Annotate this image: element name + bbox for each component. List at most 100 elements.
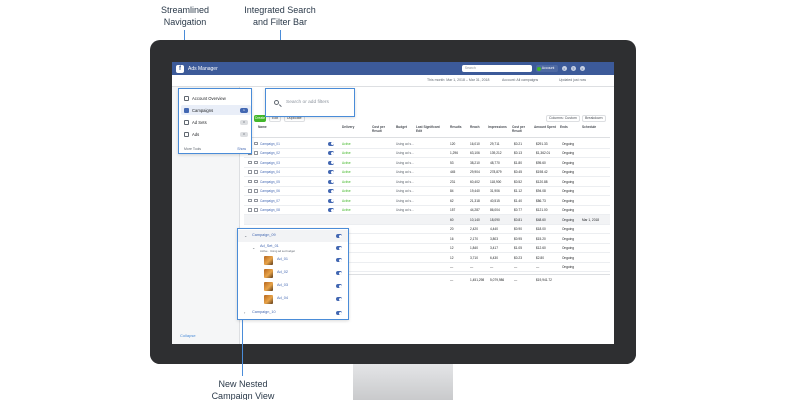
header-reach[interactable]: Reach <box>470 125 480 129</box>
ad-toggle[interactable] <box>336 258 342 262</box>
nav-item-campaigns[interactable]: Campaigns 1 <box>181 105 251 115</box>
nested-ad-row[interactable]: Ad_04 <box>238 293 348 305</box>
help-icon[interactable]: ? <box>570 66 576 71</box>
reach-cell: 2,420 <box>470 227 478 231</box>
columns-dropdown[interactable]: Columns: Custom <box>546 115 580 122</box>
campaign-toggle[interactable] <box>328 141 334 146</box>
nested-ad-row[interactable]: Ad_01 <box>238 254 348 266</box>
chevron-down-icon[interactable]: ⌄ <box>252 245 255 250</box>
next-campaign-name[interactable]: Campaign_10 <box>252 310 276 314</box>
notification-icon[interactable]: • <box>561 66 567 71</box>
show-more-tools-link[interactable]: Show <box>237 147 246 151</box>
nav-item-account-overview[interactable]: Account Overview <box>181 93 251 103</box>
header-cost-per-result[interactable]: Cost per Result <box>512 125 530 133</box>
account-switcher[interactable]: Account <box>535 65 558 72</box>
settings-icon[interactable]: • <box>579 66 585 71</box>
row-checkbox[interactable] <box>248 160 252 164</box>
campaign-toggle[interactable] <box>328 151 334 155</box>
table-row[interactable]: Campaign_06 Active Using ad s... 84 19,440 31… <box>244 187 610 196</box>
header-amount-spent[interactable]: Amount Spent <box>534 125 556 129</box>
nav-item-ads[interactable]: Ads 0 <box>181 129 251 139</box>
row-checkbox[interactable] <box>248 189 252 193</box>
ad-toggle[interactable] <box>336 271 342 275</box>
impressions-cell: 4,440 <box>490 227 498 231</box>
nested-ad-name[interactable]: Ad_03 <box>277 283 288 287</box>
facebook-logo-icon[interactable]: f <box>176 64 184 73</box>
callout-navigation: Streamlined Navigation <box>150 4 220 28</box>
impressions-cell: 3,417 <box>490 246 498 250</box>
row-checkbox[interactable] <box>248 170 252 174</box>
nested-campaign-name[interactable]: Campaign_09 <box>252 233 276 237</box>
table-row[interactable]: Campaign_01 Active Using ad s... 120 16,010 2… <box>244 139 610 149</box>
campaign-toggle[interactable] <box>328 160 334 165</box>
nested-campaign-row[interactable]: ⌄ Campaign_09 <box>238 230 348 242</box>
nested-ad-name[interactable]: Ad_02 <box>277 270 288 274</box>
row-checkbox[interactable] <box>248 198 252 202</box>
header-name[interactable]: Name <box>258 125 267 129</box>
header-budget[interactable]: Budget <box>396 125 407 129</box>
folder-icon <box>254 170 258 174</box>
campaign-toggle[interactable] <box>328 189 334 193</box>
table-row[interactable]: Campaign_03 Active Using ad s... 53 38,210 48… <box>244 158 610 168</box>
adset-toggle[interactable] <box>336 246 342 250</box>
overview-icon <box>184 95 189 101</box>
date-range-picker[interactable]: This month: Mar 1, 2018 – Mar 31, 2018 <box>427 78 489 82</box>
campaign-toggle[interactable] <box>328 170 334 174</box>
row-checkbox[interactable] <box>248 179 252 183</box>
results-cell: 16 <box>450 236 454 241</box>
nested-ad-row[interactable]: Ad_02 <box>238 267 348 279</box>
row-checkbox[interactable] <box>248 208 252 212</box>
folder-icon <box>254 198 258 202</box>
chevron-right-icon[interactable]: › <box>244 310 245 315</box>
ends-cell: Ongoing <box>562 198 575 203</box>
ad-toggle[interactable] <box>336 284 342 288</box>
header-impressions[interactable]: Impressions <box>488 125 507 129</box>
campaign-toggle[interactable] <box>336 311 342 315</box>
campaign-name[interactable]: Campaign_02 <box>260 151 280 155</box>
collapse-link[interactable]: Collapse <box>180 333 196 338</box>
nested-ad-row[interactable]: Ad_03 <box>238 280 348 292</box>
last-updated: Updated just now <box>559 78 587 82</box>
header-results[interactable]: Results <box>450 125 462 129</box>
monitor-stand <box>353 364 453 400</box>
header-delivery[interactable]: Delivery <box>342 125 354 129</box>
nested-next-campaign-row[interactable]: › Campaign_10 <box>238 307 348 319</box>
campaign-name[interactable]: Campaign_04 <box>260 170 280 174</box>
campaign-toggle[interactable] <box>328 198 334 203</box>
ad-toggle[interactable] <box>336 297 342 301</box>
table-row[interactable]: Campaign_04 Active Using ad s... 445 29,904 2… <box>244 168 610 177</box>
nested-adset-name[interactable]: Ad_Set_01 <box>260 244 279 248</box>
table-row[interactable]: Campaign_07 Active Using ad s... 62 21,318 40… <box>244 196 610 206</box>
nested-ad-name[interactable]: Ad_04 <box>277 296 288 300</box>
delivery-status: Active <box>342 170 351 174</box>
campaign-name[interactable]: Campaign_05 <box>260 180 280 184</box>
campaign-name[interactable]: Campaign_06 <box>260 189 280 193</box>
campaign-name[interactable]: Campaign_08 <box>260 208 280 212</box>
grid-icon <box>184 119 189 125</box>
campaign-toggle[interactable] <box>336 234 342 238</box>
header-ends[interactable]: Ends <box>560 125 568 129</box>
campaign-toggle[interactable] <box>328 179 334 184</box>
campaign-name[interactable]: Campaign_03 <box>260 161 280 165</box>
campaign-name[interactable]: Campaign_01 <box>260 142 280 146</box>
nested-ad-name[interactable]: Ad_01 <box>277 257 288 261</box>
results-cell: — <box>450 265 454 269</box>
search-filter-bar[interactable]: Search or add filters <box>265 88 355 117</box>
header-schedule[interactable]: Schedule <box>582 125 596 129</box>
table-row[interactable]: Campaign_05 Active Using ad s... 231 60,402 1… <box>244 177 610 187</box>
table-row[interactable]: Campaign_08 Active Using ad s... 157 44,287 8… <box>244 206 610 215</box>
breakdown-dropdown[interactable]: Breakdown <box>582 115 606 122</box>
table-row[interactable]: 60 10,140 18,090 $0.81 $48.60 Ongoing Mar 1, 2… <box>244 215 610 225</box>
header-bid[interactable]: Cost per Result <box>372 125 390 133</box>
nav-item-ad-sets[interactable]: Ad Sets 0 <box>181 117 251 127</box>
header-last-edit[interactable]: Last Significant Edit <box>416 125 446 133</box>
amount-spent-cell: — <box>536 265 540 269</box>
nested-adset-row[interactable]: ⌄ Ad_Set_01 Active · Using ad set budget <box>238 242 348 254</box>
chevron-down-icon[interactable]: ⌄ <box>244 233 247 238</box>
table-row[interactable]: Campaign_02 Active Using ad s... 1,296 63,10… <box>244 149 610 158</box>
top-search-input[interactable]: Search <box>461 65 532 72</box>
campaign-toggle[interactable] <box>328 208 334 212</box>
search-filter-input[interactable]: Search or add filters <box>286 100 329 105</box>
scope-selector[interactable]: Account: All campaigns <box>502 78 538 82</box>
campaign-name[interactable]: Campaign_07 <box>260 199 280 203</box>
